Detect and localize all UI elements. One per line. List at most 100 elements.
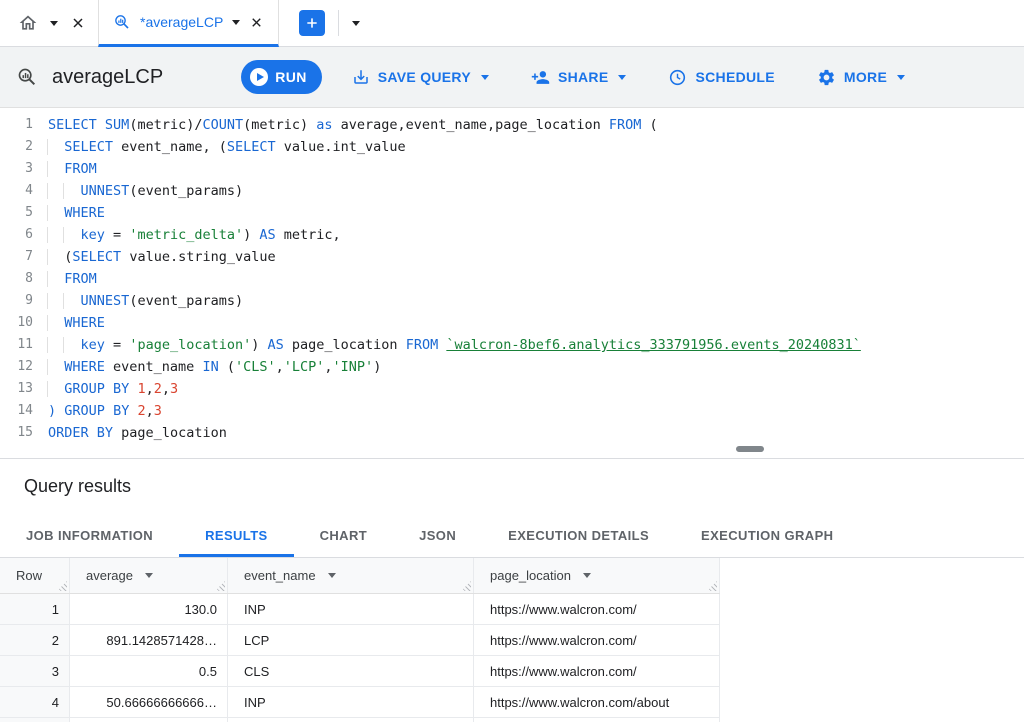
- column-header-row: Row: [0, 558, 70, 593]
- sql-editor[interactable]: 1SELECT SUM(metric)/COUNT(metric) as ave…: [0, 108, 1024, 458]
- column-header-average[interactable]: average: [70, 558, 228, 593]
- code-line: 10 WHERE: [0, 312, 1024, 334]
- row-number-cell: 4: [0, 687, 70, 717]
- code-text: WHERE: [48, 202, 105, 224]
- results-tab-results[interactable]: RESULTS: [179, 513, 294, 557]
- code-text: key = 'page_location') AS page_location …: [48, 334, 861, 356]
- query-title: averageLCP: [52, 66, 163, 89]
- schedule-button[interactable]: SCHEDULE: [668, 68, 774, 87]
- chevron-down-icon: [481, 75, 489, 80]
- run-button[interactable]: RUN: [241, 60, 322, 94]
- line-number: 10: [0, 312, 48, 334]
- sort-menu-icon[interactable]: [145, 573, 153, 578]
- code-text: WHERE event_name IN ('CLS','LCP','INP'): [48, 356, 381, 378]
- query-tab-averagelcp[interactable]: *averageLCP: [98, 0, 279, 47]
- results-tab-execution-details[interactable]: EXECUTION DETAILS: [482, 513, 675, 557]
- results-table: Rowaverageevent_namepage_location 1130.0…: [0, 558, 720, 722]
- code-line: 15ORDER BY page_location: [0, 422, 1024, 444]
- tab-close-icon[interactable]: [249, 15, 264, 30]
- line-number: 8: [0, 268, 48, 290]
- row-number-cell: 2: [0, 625, 70, 655]
- line-number: 9: [0, 290, 48, 312]
- plus-icon: [304, 15, 320, 31]
- results-tab-chart[interactable]: CHART: [294, 513, 394, 557]
- home-chevron-down-icon[interactable]: [50, 21, 58, 26]
- results-tab-json[interactable]: JSON: [393, 513, 482, 557]
- table-row: 30.5CLShttps://www.walcron.com/: [0, 656, 720, 687]
- line-number: 3: [0, 158, 48, 180]
- code-text: SELECT event_name, (SELECT value.int_val…: [48, 136, 406, 158]
- code-line: 9 UNNEST(event_params): [0, 290, 1024, 312]
- split-drag-handle[interactable]: [736, 446, 764, 452]
- share-button[interactable]: SHARE: [531, 68, 627, 87]
- event-name-cell: CLS: [228, 656, 474, 686]
- column-resize-handle[interactable]: [57, 581, 67, 591]
- line-number: 12: [0, 356, 48, 378]
- save-icon: [352, 68, 370, 86]
- code-text: FROM: [48, 158, 97, 180]
- line-number: 5: [0, 202, 48, 224]
- line-number: 14: [0, 400, 48, 422]
- average-cell: 50.66666666666…: [70, 687, 228, 717]
- code-text: key = 'metric_delta') AS metric,: [48, 224, 341, 246]
- line-number: 1: [0, 114, 48, 136]
- line-number: 2: [0, 136, 48, 158]
- code-line: 6 key = 'metric_delta') AS metric,: [0, 224, 1024, 246]
- sort-menu-icon[interactable]: [328, 573, 336, 578]
- code-line: 5 WHERE: [0, 202, 1024, 224]
- sort-menu-icon[interactable]: [583, 573, 591, 578]
- line-number: 11: [0, 334, 48, 356]
- page-location-cell: [474, 718, 720, 722]
- column-header-event_name[interactable]: event_name: [228, 558, 474, 593]
- divider: [338, 10, 339, 36]
- home-icon[interactable]: [18, 13, 38, 33]
- tab-menu-chevron-down-icon[interactable]: [352, 21, 360, 26]
- row-number-cell: [0, 718, 70, 722]
- column-resize-handle[interactable]: [461, 581, 471, 591]
- line-number: 15: [0, 422, 48, 444]
- average-cell: 130.0: [70, 594, 228, 624]
- column-header-page_location[interactable]: page_location: [474, 558, 720, 593]
- code-text: ORDER BY page_location: [48, 422, 227, 444]
- code-line: 13 GROUP BY 1,2,3: [0, 378, 1024, 400]
- table-row: 2891.1428571428…LCPhttps://www.walcron.c…: [0, 625, 720, 656]
- chevron-down-icon: [897, 75, 905, 80]
- line-number: 4: [0, 180, 48, 202]
- results-header: Query results: [0, 459, 1024, 513]
- save-query-button[interactable]: SAVE QUERY: [352, 68, 489, 86]
- query-results-panel: Query results JOB INFORMATIONRESULTSCHAR…: [0, 458, 1024, 722]
- code-line: 3 FROM: [0, 158, 1024, 180]
- event-name-cell: [228, 718, 474, 722]
- event-name-cell: INP: [228, 687, 474, 717]
- row-number-cell: 1: [0, 594, 70, 624]
- event-name-cell: INP: [228, 594, 474, 624]
- page-location-cell: https://www.walcron.com/: [474, 625, 720, 655]
- home-close-icon[interactable]: [70, 15, 86, 31]
- code-text: SELECT SUM(metric)/COUNT(metric) as aver…: [48, 114, 658, 136]
- line-number: 7: [0, 246, 48, 268]
- person-add-icon: [531, 68, 550, 87]
- column-resize-handle[interactable]: [707, 581, 717, 591]
- results-table-header: Rowaverageevent_namepage_location: [0, 558, 720, 594]
- code-text: GROUP BY 1,2,3: [48, 378, 178, 400]
- tab-strip: *averageLCP: [0, 0, 1024, 47]
- more-button[interactable]: MORE: [817, 68, 905, 87]
- add-tab-button[interactable]: [299, 10, 325, 36]
- row-number-cell: 3: [0, 656, 70, 686]
- code-line: 1SELECT SUM(metric)/COUNT(metric) as ave…: [0, 114, 1024, 136]
- code-line: 4 UNNEST(event_params): [0, 180, 1024, 202]
- code-text: UNNEST(event_params): [48, 180, 243, 202]
- clock-icon: [668, 68, 687, 87]
- code-lines: 1SELECT SUM(metric)/COUNT(metric) as ave…: [0, 114, 1024, 444]
- average-cell: 891.1428571428…: [70, 625, 228, 655]
- code-line: 11 key = 'page_location') AS page_locati…: [0, 334, 1024, 356]
- results-tab-job-information[interactable]: JOB INFORMATION: [0, 513, 179, 557]
- tab-chevron-down-icon[interactable]: [232, 20, 240, 25]
- column-resize-handle[interactable]: [215, 581, 225, 591]
- page-location-cell: https://www.walcron.com/: [474, 656, 720, 686]
- code-line: 14) GROUP BY 2,3: [0, 400, 1024, 422]
- results-tab-execution-graph[interactable]: EXECUTION GRAPH: [675, 513, 859, 557]
- query-toolbar: averageLCP RUN SAVE QUERY SHARE SCHEDULE…: [0, 47, 1024, 108]
- code-text: (SELECT value.string_value: [48, 246, 276, 268]
- table-row-partial: [0, 718, 720, 722]
